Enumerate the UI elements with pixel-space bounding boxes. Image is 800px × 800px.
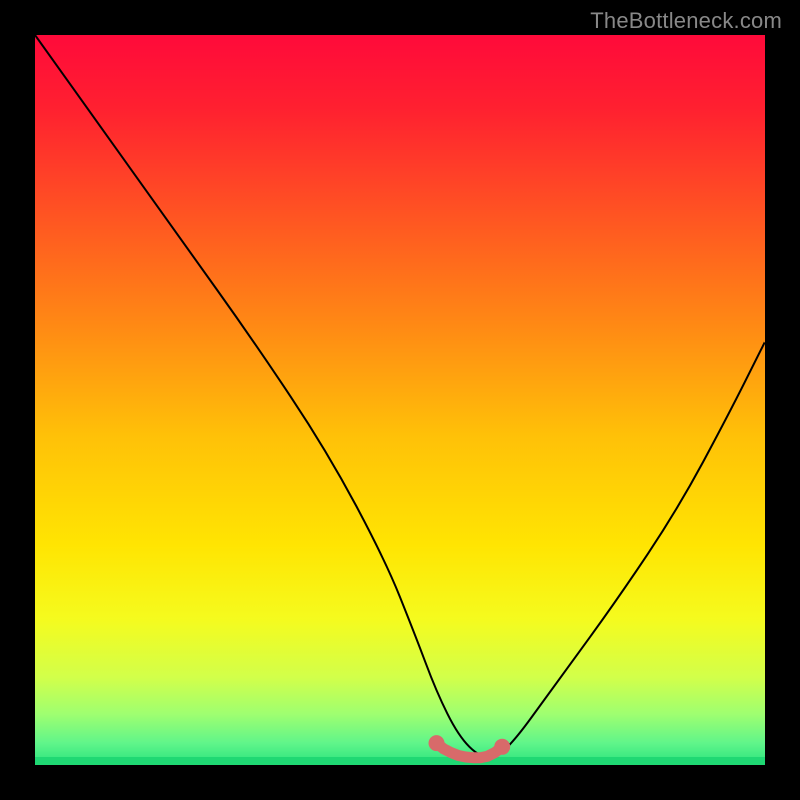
watermark-text: TheBottleneck.com (590, 8, 782, 34)
gradient-background (35, 35, 765, 765)
plot-svg (35, 35, 765, 765)
optimal-range-start-dot (429, 735, 445, 751)
chart-frame: TheBottleneck.com (0, 0, 800, 800)
plot-area (35, 35, 765, 765)
bottom-green-band (35, 757, 765, 765)
optimal-range-end-dot (494, 739, 510, 755)
